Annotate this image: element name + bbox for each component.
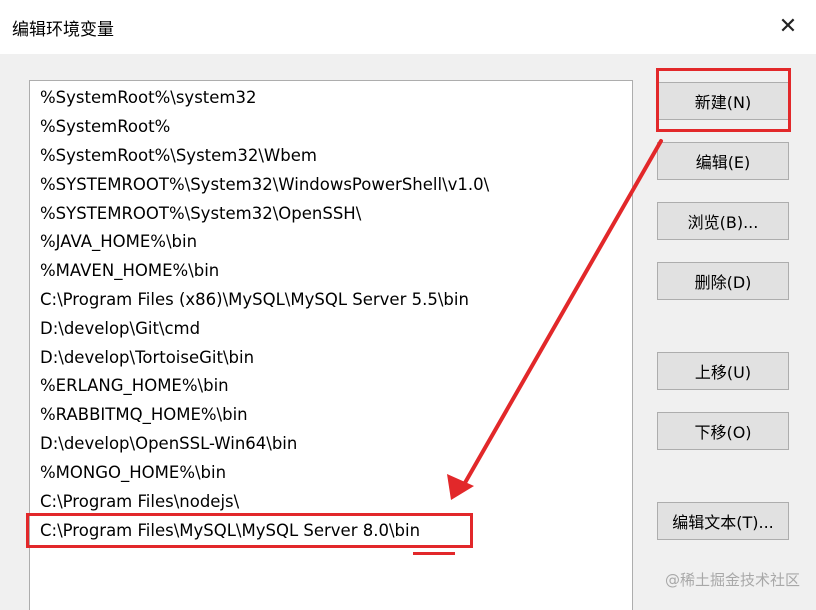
title-bar: 编辑环境变量 ✕ [0,0,816,54]
list-item[interactable]: %MONGO_HOME%\bin [40,459,226,487]
list-item[interactable]: %JAVA_HOME%\bin [40,228,197,256]
edit-button[interactable]: 编辑(E) [657,142,789,180]
list-item[interactable]: %MAVEN_HOME%\bin [40,257,219,285]
browse-button[interactable]: 浏览(B)... [657,202,789,240]
list-item[interactable]: %SystemRoot% [40,113,170,141]
dialog-title: 编辑环境变量 [12,20,114,40]
list-item[interactable]: %RABBITMQ_HOME%\bin [40,401,248,429]
close-icon[interactable]: ✕ [774,12,802,40]
move-up-button[interactable]: 上移(U) [657,352,789,390]
list-item-mysql-8-bin[interactable]: C:\Program Files\MySQL\MySQL Server 8.0\… [40,517,420,545]
list-item[interactable]: C:\Program Files (x86)\MySQL\MySQL Serve… [40,286,469,314]
move-down-button[interactable]: 下移(O) [657,412,789,450]
watermark: @稀土掘金技术社区 [664,571,800,589]
list-item[interactable]: %ERLANG_HOME%\bin [40,372,229,400]
list-item[interactable]: %SYSTEMROOT%\System32\WindowsPowerShell\… [40,171,489,199]
new-button[interactable]: 新建(N) [657,82,789,120]
list-item[interactable]: C:\Program Files\nodejs\ [40,488,239,516]
list-item[interactable]: D:\develop\TortoiseGit\bin [40,344,254,372]
list-item[interactable]: D:\develop\Git\cmd [40,315,200,343]
path-list[interactable]: %SystemRoot%\system32 %SystemRoot% %Syst… [29,80,633,610]
list-item[interactable]: D:\develop\OpenSSL-Win64\bin [40,430,297,458]
list-item[interactable]: %SYSTEMROOT%\System32\OpenSSH\ [40,200,361,228]
delete-button[interactable]: 删除(D) [657,262,789,300]
edit-text-button[interactable]: 编辑文本(T)... [657,502,789,540]
edit-env-variable-dialog: 编辑环境变量 ✕ %SystemRoot%\system32 %SystemRo… [0,0,816,610]
list-item[interactable]: %SystemRoot%\system32 [40,84,256,112]
list-item[interactable]: %SystemRoot%\System32\Wbem [40,142,317,170]
